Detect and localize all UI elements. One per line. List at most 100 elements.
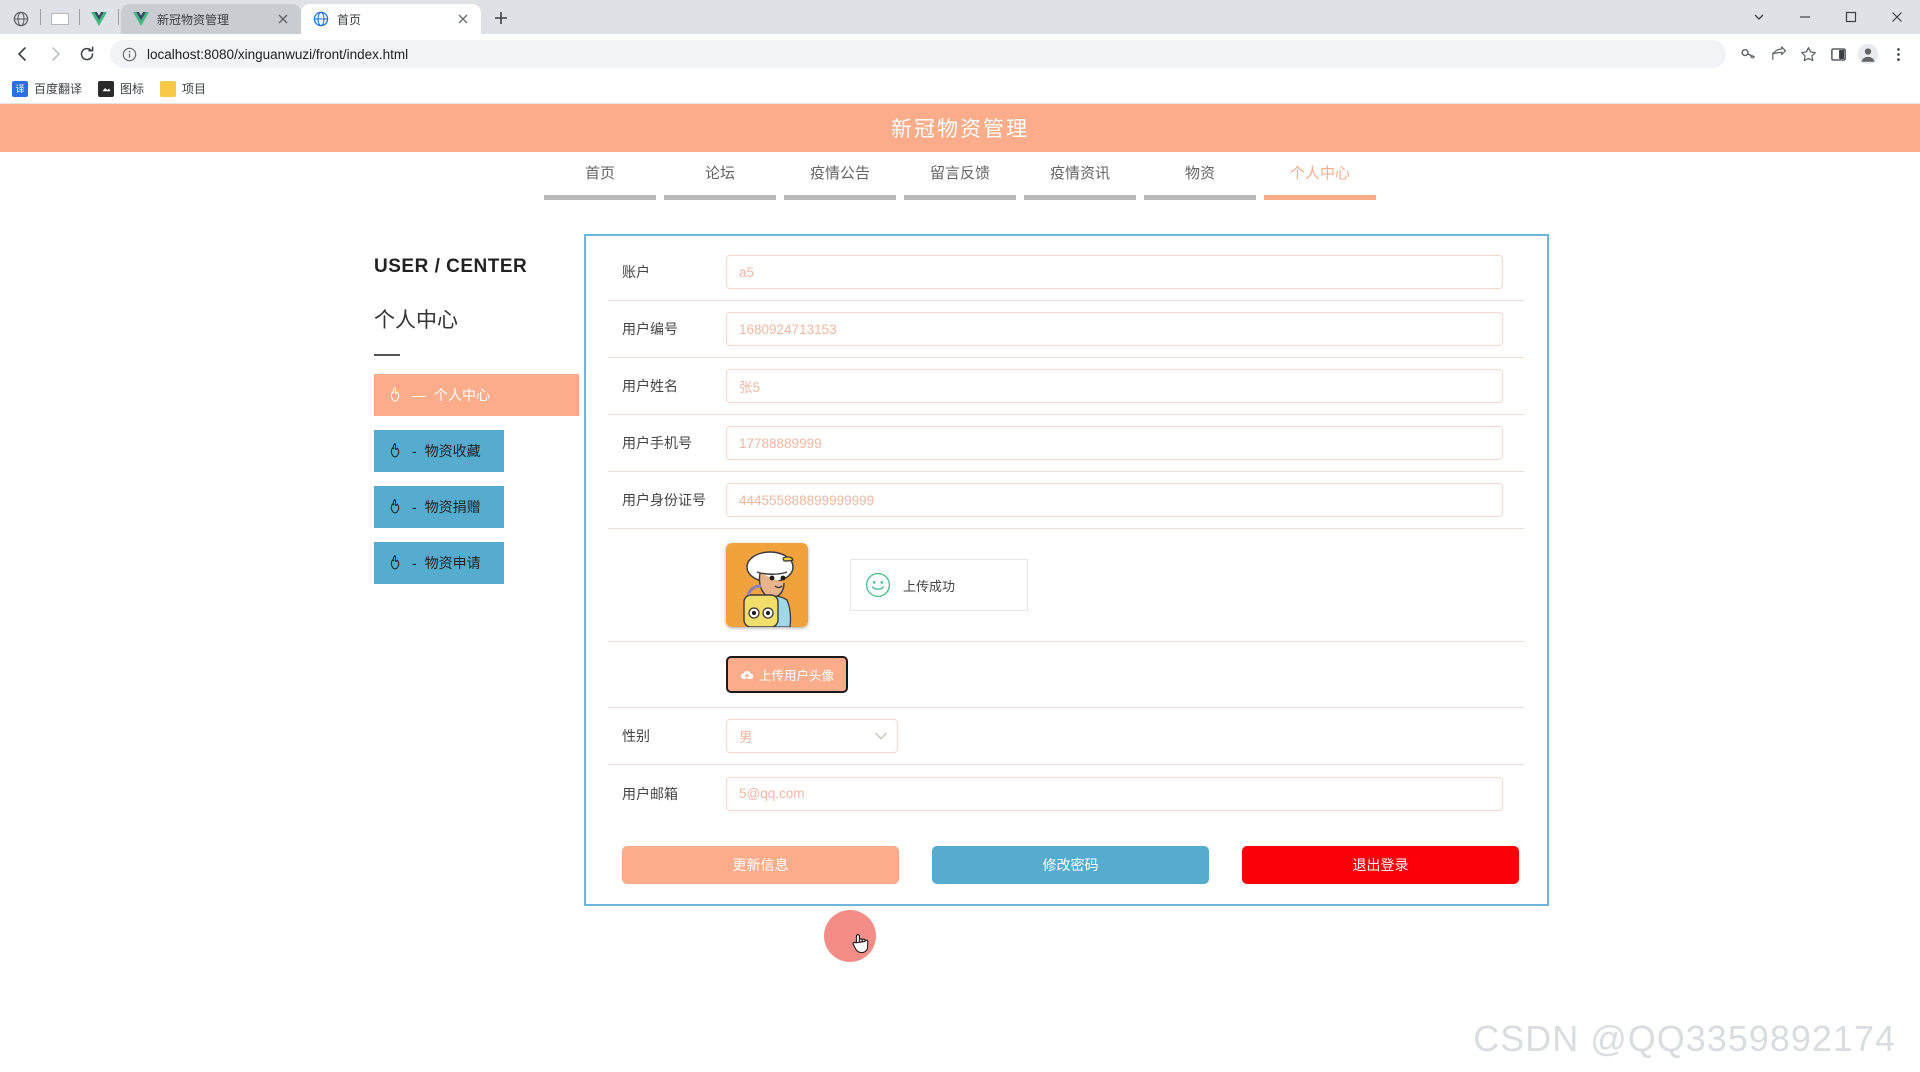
menu-icon[interactable] <box>1884 40 1912 68</box>
tab-globe-placeholder[interactable] <box>4 4 38 34</box>
nav-item-feedback[interactable]: 留言反馈 <box>900 162 1020 200</box>
side-panel-icon[interactable] <box>1824 40 1852 68</box>
nav-label: 物资 <box>1184 165 1215 182</box>
nav-label: 论坛 <box>704 165 735 182</box>
folder-icon <box>160 80 177 97</box>
nav-label: 疫情资讯 <box>1049 165 1110 182</box>
close-icon[interactable] <box>275 11 291 27</box>
sidebar-item-user-center[interactable]: — 个人中心 <box>374 374 579 416</box>
star-icon[interactable] <box>1794 40 1822 68</box>
upload-avatar-button[interactable]: 上传用户头像 <box>726 656 849 693</box>
field-label: 用户编号 <box>622 321 678 337</box>
avatar-row: 上传成功 <box>608 529 1525 642</box>
button-label: 退出登录 <box>1352 857 1409 873</box>
globe-icon <box>13 11 29 27</box>
address-bar[interactable]: localhost:8080/xinguanwuzi/front/index.h… <box>110 40 1726 68</box>
site-header: 新冠物资管理 <box>0 104 1920 152</box>
page-body: USER / CENTER 个人中心 — 个人中心 - 物资收藏 - 物资捐赠 … <box>0 208 1920 906</box>
sidebar-item-label: 个人中心 <box>434 387 490 403</box>
bookmarks-bar: 译 百度翻译 图标 项目 <box>0 74 1920 104</box>
nav-item-forum[interactable]: 论坛 <box>660 162 780 200</box>
profile-icon[interactable] <box>1854 40 1882 68</box>
account-input[interactable]: a5 <box>726 255 1503 289</box>
flame-icon <box>390 443 400 458</box>
nav-underline <box>664 195 776 200</box>
browser-tab-0[interactable]: 新冠物资管理 <box>121 4 301 34</box>
field-row-username: 用户姓名 张5 <box>608 358 1525 415</box>
reload-button[interactable] <box>72 39 102 69</box>
back-button[interactable] <box>8 39 38 69</box>
tab-divider <box>40 9 41 25</box>
sidebar-item-donation[interactable]: - 物资捐赠 <box>374 486 504 528</box>
new-tab-button[interactable] <box>487 4 515 32</box>
field-row-user-id: 用户编号 1680924713153 <box>608 301 1525 358</box>
nav-label: 留言反馈 <box>929 165 990 182</box>
tab-divider <box>118 9 119 25</box>
browser-tab-1[interactable]: 首页 <box>301 4 481 34</box>
field-value: 444555888899999999 <box>739 492 875 508</box>
share-icon[interactable] <box>1764 40 1792 68</box>
nav-item-announcement[interactable]: 疫情公告 <box>780 162 900 200</box>
field-value: a5 <box>739 264 755 280</box>
field-label: 用户手机号 <box>622 435 692 451</box>
update-info-button[interactable]: 更新信息 <box>622 846 899 884</box>
translate-icon: 译 <box>12 80 28 97</box>
click-indicator <box>824 910 876 962</box>
nav-item-home[interactable]: 首页 <box>540 162 660 200</box>
field-value: 17788889999 <box>739 435 822 451</box>
action-buttons: 更新信息 修改密码 退出登录 <box>608 822 1525 884</box>
tab-blank-placeholder[interactable] <box>43 4 77 34</box>
email-input[interactable]: 5@qq.com <box>726 776 1503 811</box>
id-card-input[interactable]: 444555888899999999 <box>726 483 1503 517</box>
gender-select[interactable]: 男 <box>726 719 898 753</box>
flame-icon <box>390 499 400 514</box>
tab-strip: 新冠物资管理 首页 <box>0 0 1920 34</box>
avatar[interactable] <box>726 543 808 627</box>
upload-status: 上传成功 <box>850 559 1028 611</box>
field-label: 用户身份证号 <box>622 492 706 508</box>
bookmark-item-1[interactable]: 图标 <box>98 80 144 97</box>
user-id-input[interactable]: 1680924713153 <box>726 312 1503 346</box>
field-value: 1680924713153 <box>739 321 837 337</box>
field-row-email: 用户邮箱 5@qq.com <box>608 765 1525 822</box>
sidebar-en-title: USER / CENTER <box>374 256 528 277</box>
url-text: localhost:8080/xinguanwuzi/front/index.h… <box>147 46 409 62</box>
browser-window: 新冠物资管理 首页 localhost:8080/xinguanwuzi/fro… <box>0 0 1920 1072</box>
phone-input[interactable]: 17788889999 <box>726 426 1503 460</box>
tab-divider <box>79 9 80 25</box>
nav-underline <box>1144 195 1256 200</box>
tab-title: 首页 <box>337 12 362 27</box>
nav-item-news[interactable]: 疫情资讯 <box>1020 162 1140 200</box>
sidebar-item-application[interactable]: - 物资申请 <box>374 542 504 584</box>
minimize-button[interactable] <box>1782 0 1828 34</box>
chevron-down-icon[interactable] <box>1736 0 1782 34</box>
bookmark-item-2[interactable]: 项目 <box>160 80 206 97</box>
nav-underline <box>1024 195 1136 200</box>
nav-item-supplies[interactable]: 物资 <box>1140 162 1260 200</box>
change-password-button[interactable]: 修改密码 <box>932 846 1209 884</box>
flame-icon <box>390 555 400 570</box>
profile-form-card: 账户 a5 用户编号 1680924713153 用户姓名 张5 用户手机号 1… <box>584 234 1549 906</box>
field-row-id-card: 用户身份证号 444555888899999999 <box>608 472 1525 529</box>
field-row-gender: 性别 男 <box>608 708 1525 765</box>
username-input[interactable]: 张5 <box>726 369 1503 403</box>
sidebar-item-collection[interactable]: - 物资收藏 <box>374 430 504 472</box>
logout-button[interactable]: 退出登录 <box>1242 846 1519 884</box>
nav-underline <box>544 195 656 200</box>
field-label: 账户 <box>622 264 650 280</box>
maximize-button[interactable] <box>1828 0 1874 34</box>
key-icon[interactable] <box>1734 40 1762 68</box>
plus-icon <box>495 12 507 24</box>
close-button[interactable] <box>1874 0 1920 34</box>
sidebar-divider <box>374 354 400 356</box>
tab-vue-placeholder[interactable] <box>82 4 116 34</box>
image-icon <box>98 80 115 97</box>
field-label: 用户邮箱 <box>622 785 678 802</box>
field-label: 性别 <box>622 728 650 744</box>
close-icon[interactable] <box>455 11 471 27</box>
forward-button[interactable] <box>40 39 70 69</box>
page-title: 新冠物资管理 <box>891 118 1029 141</box>
nav-item-user-center[interactable]: 个人中心 <box>1260 162 1380 200</box>
bookmark-item-0[interactable]: 译 百度翻译 <box>12 80 82 97</box>
user-sidebar: USER / CENTER 个人中心 — 个人中心 - 物资收藏 - 物资捐赠 … <box>374 234 584 906</box>
